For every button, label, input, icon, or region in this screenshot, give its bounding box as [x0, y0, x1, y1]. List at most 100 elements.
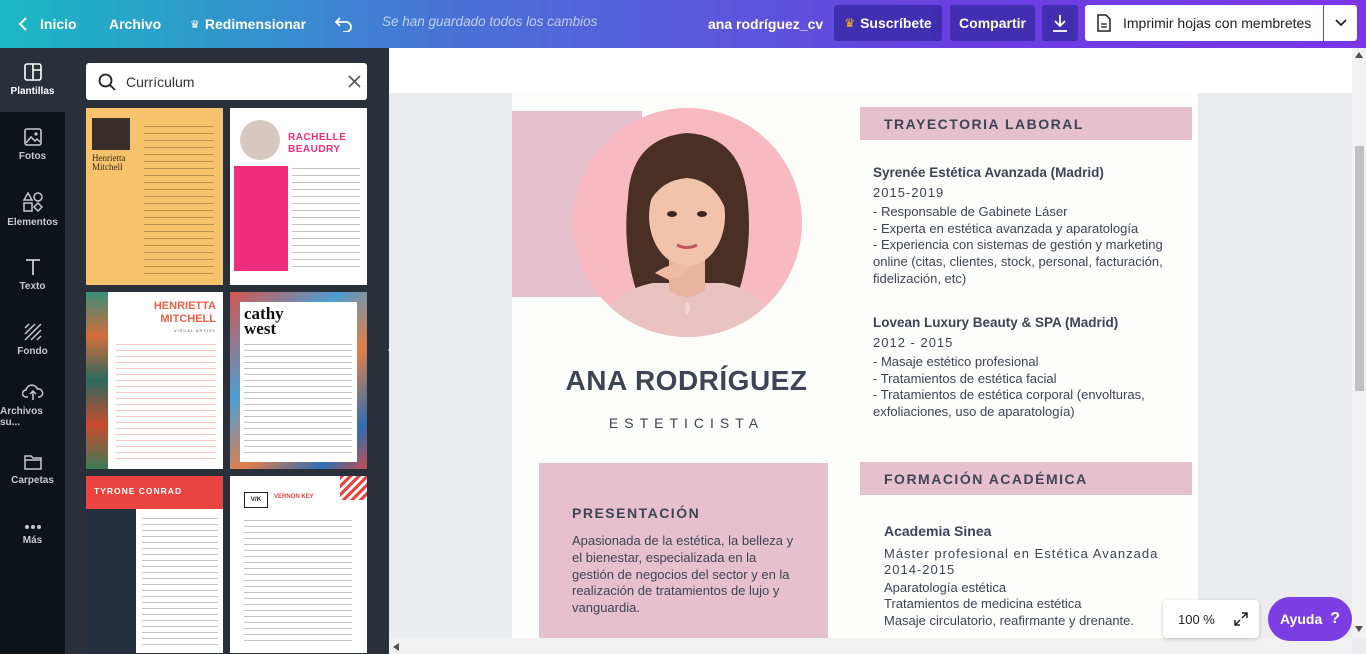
elements-icon — [22, 192, 43, 212]
question-mark-icon: ? — [1330, 610, 1341, 627]
job-company: Lovean Luxury Beauty & SPA (Madrid) — [873, 315, 1119, 330]
fullscreen-icon[interactable] — [1234, 612, 1248, 626]
background-icon — [23, 323, 42, 341]
education-years: 2014-2015 — [884, 562, 956, 578]
sidebar-item-label: Archivos su... — [0, 405, 43, 428]
download-button[interactable] — [1042, 5, 1078, 41]
save-status: Se han guardado todos los cambios — [382, 13, 598, 29]
thumbnail-name: RACHELLE BEAUDRY — [288, 132, 347, 155]
scroll-left-icon — [393, 643, 399, 651]
thumbnail-photo — [240, 120, 280, 160]
education-entry[interactable]: Academia Sinea Máster profesional en Est… — [884, 523, 1184, 630]
zoom-control[interactable]: 100 % — [1163, 600, 1259, 638]
crown-icon: ♛ — [190, 18, 200, 31]
text-icon — [25, 259, 40, 275]
search-icon — [98, 73, 116, 91]
template-thumbnail[interactable]: RACHELLE BEAUDRY — [230, 108, 367, 285]
folder-icon — [23, 455, 42, 470]
templates-panel: Henrietta Mitchell RACHELLE BEAUDRY HENR… — [65, 48, 389, 654]
presentation-text: Apasionada de la estética, la belleza y … — [572, 533, 794, 616]
file-menu-button[interactable]: Archivo — [109, 0, 161, 48]
chevron-down-icon — [1334, 19, 1347, 27]
job-line: - Experta en estética avanzada y aparato… — [873, 220, 1139, 236]
vertical-scrollbar-thumb[interactable] — [1355, 146, 1364, 391]
job-company: Syrenée Estética Avanzada (Madrid) — [873, 165, 1104, 180]
thumbnail-name: TYRONE CONRAD — [94, 486, 183, 496]
template-thumbnail[interactable]: V/K VERNON KEY — [230, 476, 367, 653]
sidebar-item-text[interactable]: Texto — [0, 243, 65, 307]
thumbnail-name: cathy west — [244, 304, 284, 338]
job-years: 2012 - 2015 — [873, 334, 954, 350]
download-icon — [1053, 15, 1067, 32]
more-icon — [24, 525, 41, 529]
subscribe-button[interactable]: ♛ Suscríbete — [834, 5, 942, 41]
job-entry[interactable]: Lovean Luxury Beauty & SPA (Madrid) 2012… — [873, 315, 1183, 421]
sidebar-item-folders[interactable]: Carpetas — [0, 438, 65, 502]
work-section-header[interactable]: TRAYECTORIA LABORAL — [860, 107, 1192, 140]
share-button[interactable]: Compartir — [950, 5, 1035, 41]
sidebar-item-label: Plantillas — [10, 86, 55, 97]
thumbnail-text-lines — [292, 168, 360, 268]
resize-label: Redimensionar — [204, 16, 307, 32]
thumbnail-name: Henrietta Mitchell — [92, 153, 126, 172]
undo-button[interactable] — [335, 0, 353, 48]
job-line: - Tratamientos de estética corporal (env… — [873, 387, 1145, 419]
clear-search-icon[interactable] — [348, 75, 361, 88]
thumbnail-photo — [92, 118, 130, 150]
thumbnail-name: VERNON KEY — [274, 494, 314, 500]
thumbnail-sidebar — [234, 166, 288, 271]
resume-role[interactable]: ESTETICISTA — [512, 415, 861, 431]
education-line: Aparatología estética — [884, 579, 1007, 595]
thumbnail-sidebar — [86, 509, 136, 653]
profile-photo[interactable] — [573, 108, 802, 337]
job-line: - Tratamientos de estética facial — [873, 370, 1057, 386]
job-entry[interactable]: Syrenée Estética Avanzada (Madrid) 2015-… — [873, 165, 1183, 287]
sidebar-item-label: Carpetas — [11, 475, 54, 486]
crown-icon: ♛ — [844, 16, 856, 30]
sidebar-item-photos[interactable]: Fotos — [0, 113, 65, 177]
print-options-dropdown[interactable] — [1324, 5, 1357, 41]
document-title[interactable]: ana rodríguez_cv — [708, 0, 823, 48]
thumbnail-text-lines — [244, 344, 352, 456]
thumbnail-text-lines — [116, 344, 216, 464]
work-section-title: TRAYECTORIA LABORAL — [884, 116, 1084, 132]
sidebar-item-label: Elementos — [7, 217, 58, 228]
horizontal-scrollbar[interactable] — [389, 638, 1352, 654]
help-button[interactable]: Ayuda ? — [1268, 597, 1352, 641]
presentation-section[interactable]: PRESENTACIÓN Apasionada de la estética, … — [539, 463, 828, 638]
thumbnail-art — [86, 292, 108, 469]
sidebar-item-background[interactable]: Fondo — [0, 308, 65, 372]
education-line: Tratamientos de medicina estética — [884, 596, 1082, 612]
thumbnail-text-lines — [244, 520, 352, 645]
sidebar-item-templates[interactable]: Plantillas — [0, 48, 65, 112]
sidebar-item-uploads[interactable]: Archivos su... — [0, 373, 65, 437]
vertical-scrollbar[interactable] — [1352, 48, 1366, 638]
thumbnail-logo: V/K — [244, 492, 268, 508]
template-thumbnail[interactable]: TYRONE CONRAD — [86, 476, 223, 653]
education-section-header[interactable]: FORMACIÓN ACADÉMICA — [860, 462, 1192, 495]
template-thumbnail[interactable]: Henrietta Mitchell — [86, 108, 223, 285]
back-home-label: Inicio — [40, 16, 77, 32]
template-thumbnail[interactable]: HENRIETTA MITCHELL VISUAL ARTIST — [86, 292, 223, 469]
job-line: - Responsable de Gabinete Láser — [873, 204, 1068, 220]
sidebar-item-label: Más — [22, 535, 43, 546]
template-thumbnail[interactable]: cathy west — [230, 292, 367, 469]
sidebar-item-more[interactable]: Más — [0, 503, 65, 567]
sidebar-item-label: Fotos — [18, 151, 47, 162]
search-input[interactable] — [126, 73, 326, 90]
resume-page[interactable]: ANA RODRÍGUEZ ESTETICISTA PRESENTACIÓN A… — [512, 93, 1198, 638]
top-bar: Inicio Archivo ♛ Redimensionar Se han gu… — [0, 0, 1366, 48]
education-line: Masaje circulatorio, reafirmante y drena… — [884, 612, 1135, 628]
job-line: - Experiencia con sistemas de gestión y … — [873, 237, 1163, 286]
resize-button[interactable]: ♛ Redimensionar — [190, 0, 306, 48]
back-home-button[interactable]: Inicio — [18, 0, 77, 48]
sidebar-item-elements[interactable]: Elementos — [0, 178, 65, 242]
upload-icon — [21, 383, 43, 400]
document-icon — [1097, 14, 1111, 32]
previous-page-edge — [389, 48, 1352, 93]
resume-name[interactable]: ANA RODRÍGUEZ — [512, 365, 861, 397]
print-button[interactable]: Imprimir hojas con membretes — [1085, 5, 1323, 41]
thumbnail-chevrons — [340, 476, 367, 500]
education-degree: Máster profesional en Estética Avanzada — [884, 545, 1159, 561]
education-school: Academia Sinea — [884, 523, 992, 539]
